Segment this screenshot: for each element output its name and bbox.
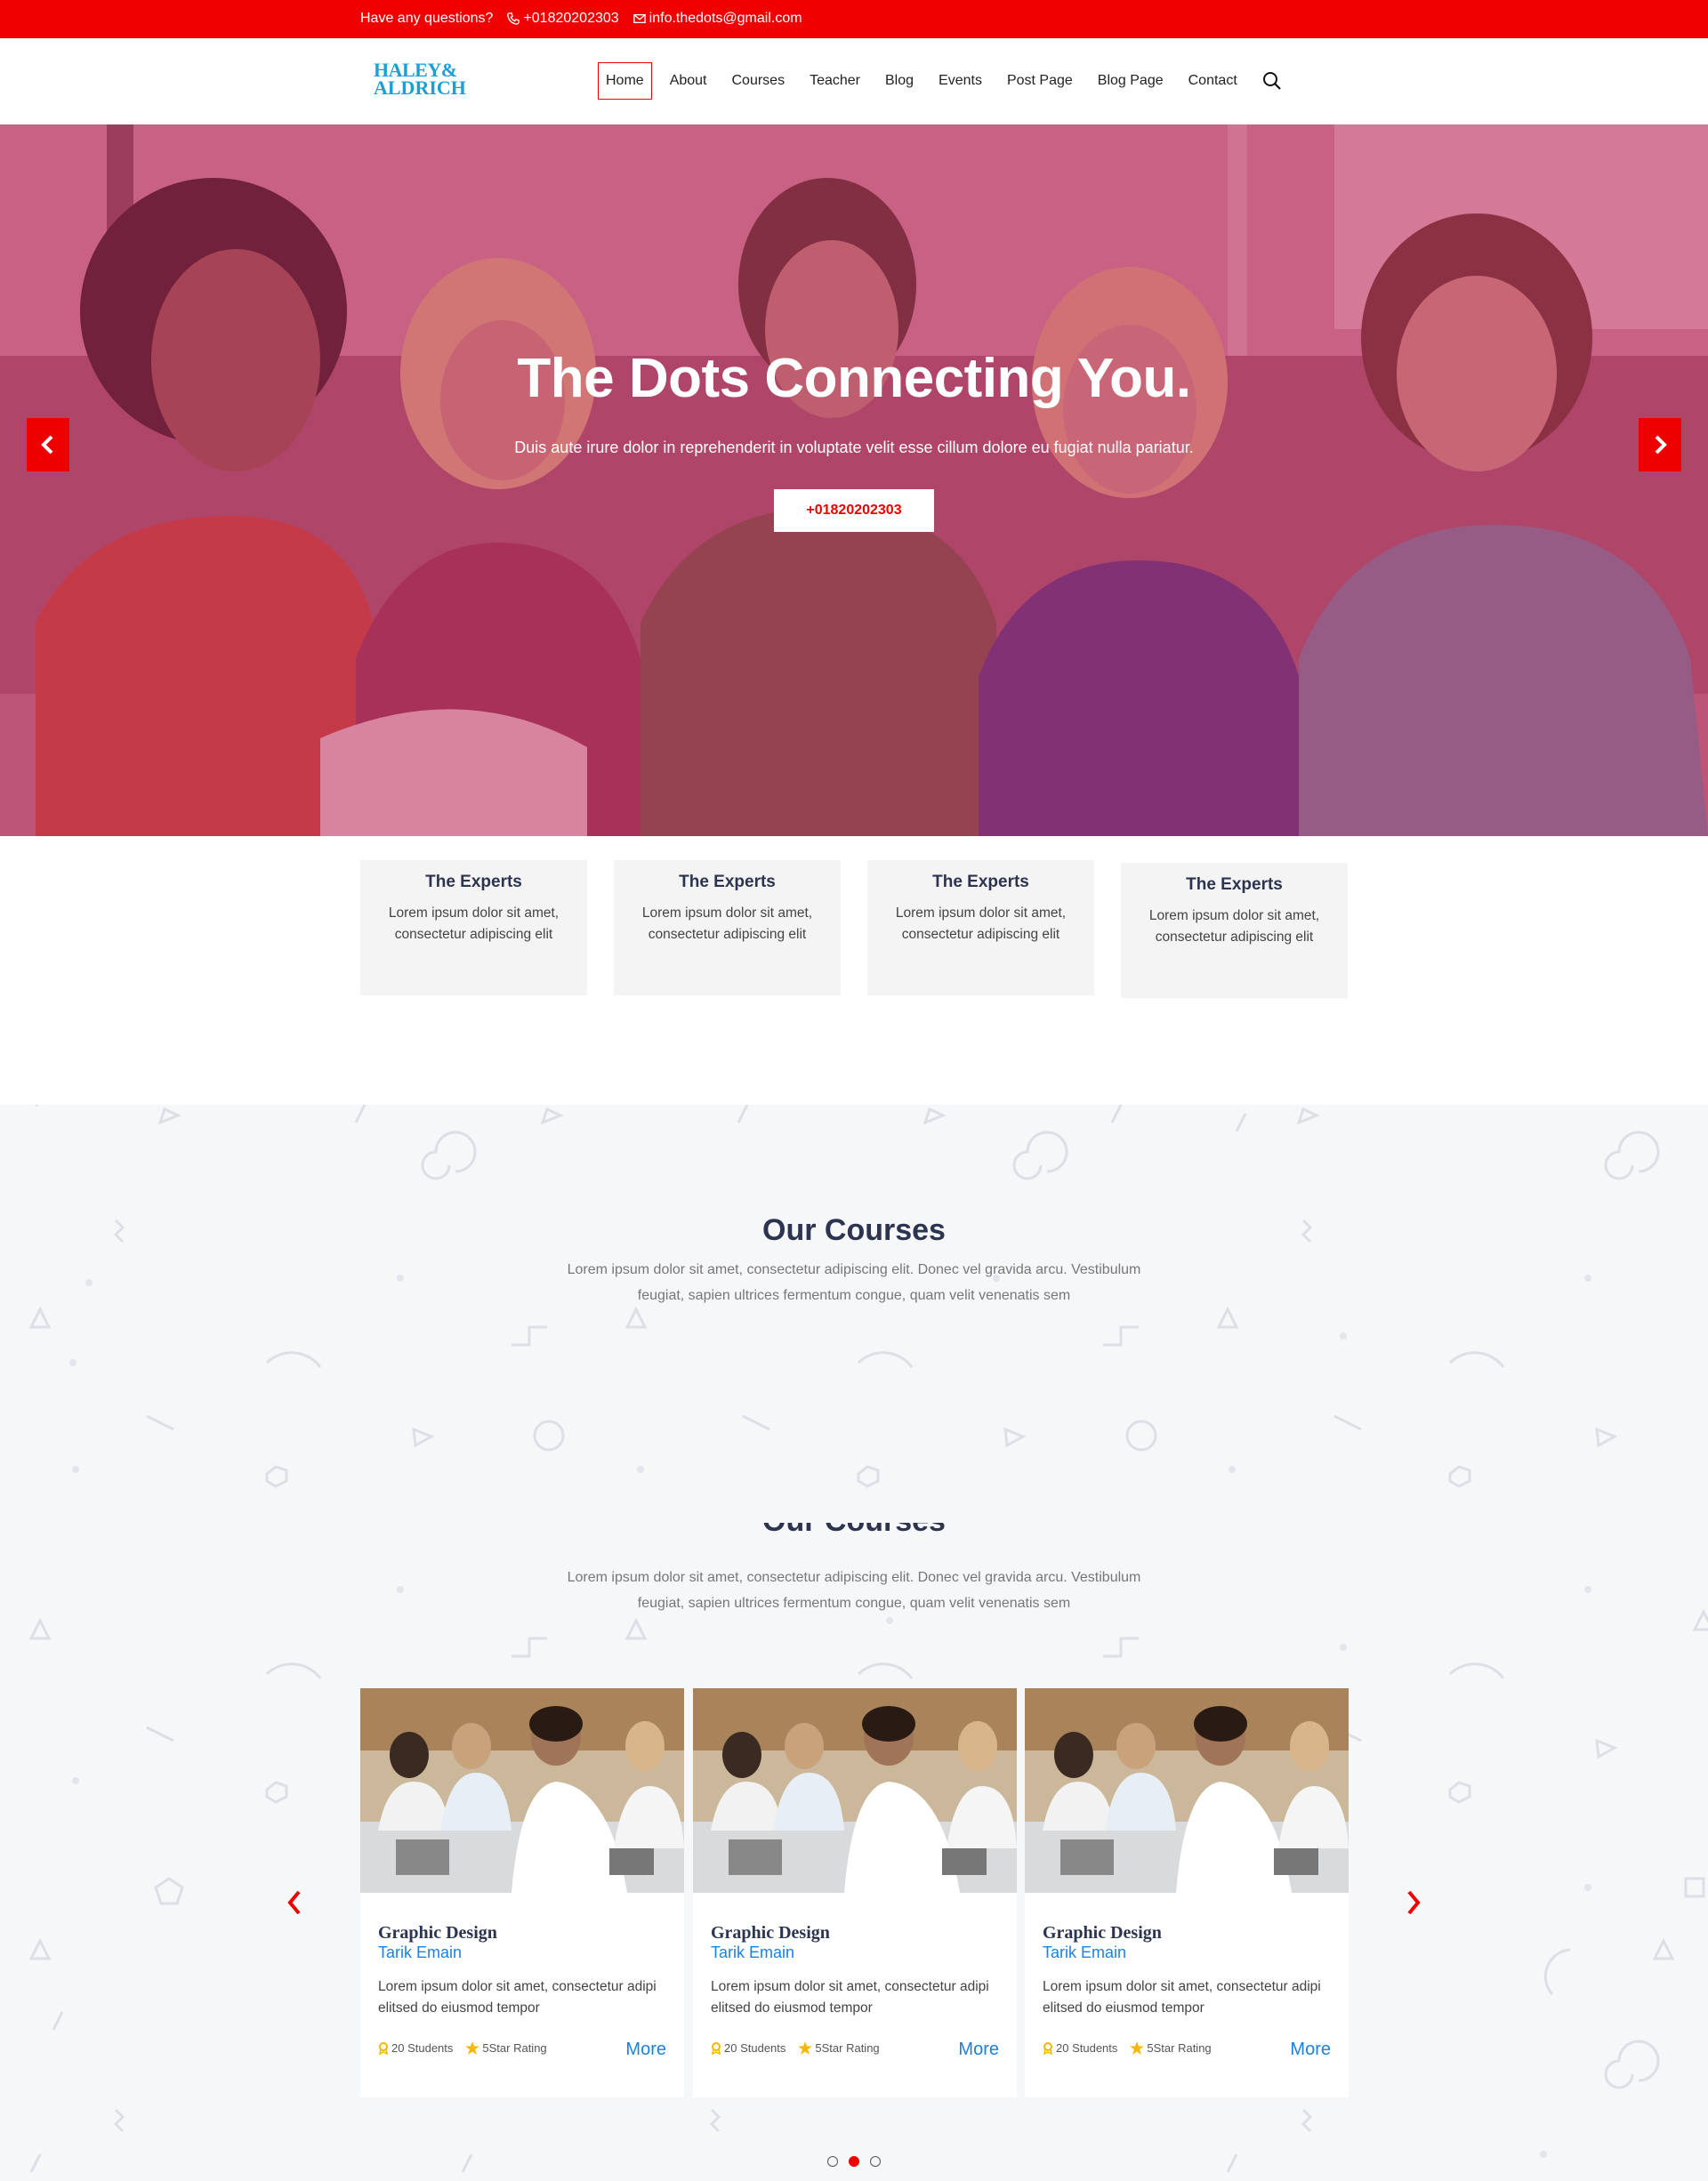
course-meta: 20 Students 5Star Rating <box>1043 2041 1212 2055</box>
courses-subtitle-duplicate: Lorem ipsum dolor sit amet, consectetur … <box>567 1570 1141 1611</box>
course-title[interactable]: Graphic Design <box>1043 1923 1162 1944</box>
carousel-pager <box>827 2156 881 2167</box>
more-link[interactable]: More <box>625 2040 666 2060</box>
rating-text: 5Star Rating <box>815 2041 880 2055</box>
star-icon <box>465 2041 480 2055</box>
course-description: Lorem ipsum dolor sit amet, consectetur … <box>1043 1979 1321 2016</box>
email-contact[interactable]: info.thedots@gmail.com <box>632 11 802 27</box>
nav-blog[interactable]: Blog <box>878 63 921 99</box>
hero-overlay <box>0 125 1708 836</box>
award-icon <box>379 2041 388 2055</box>
award-icon <box>712 2041 721 2055</box>
question-text: Have any questions? <box>360 11 494 26</box>
course-author[interactable]: Tarik Emain <box>1043 1944 1126 1962</box>
courses-title: Our Courses <box>762 1213 946 1247</box>
brand-logo[interactable]: HALEY& ALDRICH <box>374 60 471 101</box>
nav-about[interactable]: About <box>663 63 714 99</box>
course-image <box>360 1688 684 1893</box>
feature-box: The Experts Lorem ipsum dolor sit amet, … <box>614 860 841 995</box>
feature-title: The Experts <box>425 873 522 891</box>
course-author[interactable]: Tarik Emain <box>378 1944 462 1962</box>
features-row: The Experts Lorem ipsum dolor sit amet, … <box>360 860 1348 998</box>
award-icon <box>1043 2041 1052 2055</box>
main-nav: Home About Courses Teacher Blog Events P… <box>598 62 1282 100</box>
hero-phone-button[interactable]: +01820202303 <box>774 489 934 532</box>
pager-dot-active[interactable] <box>849 2156 859 2167</box>
site-header: HALEY& ALDRICH Home About Courses Teache… <box>0 38 1708 125</box>
more-link[interactable]: More <box>1290 2040 1331 2060</box>
feature-text: Lorem ipsum dolor sit amet, consectetur … <box>895 905 1067 942</box>
feature-text: Lorem ipsum dolor sit amet, consectetur … <box>641 905 813 942</box>
chevron-right-icon[interactable] <box>1404 1887 1425 1918</box>
courses-subtitle: Lorem ipsum dolor sit amet, consectetur … <box>567 1262 1141 1303</box>
feature-box: The Experts Lorem ipsum dolor sit amet, … <box>1121 863 1348 998</box>
star-icon <box>1130 2041 1145 2055</box>
nav-post-page[interactable]: Post Page <box>1000 63 1080 99</box>
top-bar: Have any questions? +01820202303 info.th… <box>0 0 1708 38</box>
feature-title: The Experts <box>932 873 1029 891</box>
course-card[interactable]: Graphic Design Tarik Emain Lorem ipsum d… <box>360 1688 684 2097</box>
nav-teacher[interactable]: Teacher <box>802 63 867 99</box>
phone-icon <box>507 12 520 25</box>
course-meta: 20 Students 5Star Rating <box>378 2041 547 2055</box>
nav-home[interactable]: Home <box>598 62 652 100</box>
course-image <box>1025 1688 1349 1893</box>
course-description: Lorem ipsum dolor sit amet, consectetur … <box>378 1979 657 2016</box>
course-card[interactable]: Graphic Design Tarik Emain Lorem ipsum d… <box>1025 1688 1349 2097</box>
chevron-left-icon <box>41 435 53 455</box>
rating-text: 5Star Rating <box>1147 2041 1212 2055</box>
email-address[interactable]: info.thedots@gmail.com <box>649 11 802 27</box>
feature-title: The Experts <box>679 873 776 891</box>
hero-prev-button[interactable] <box>27 418 69 471</box>
pager-dot[interactable] <box>870 2156 881 2167</box>
hero-slider: The Dots Connecting You. Duis aute irure… <box>0 125 1708 836</box>
search-icon[interactable] <box>1262 71 1282 91</box>
star-icon <box>798 2041 813 2055</box>
nav-courses[interactable]: Courses <box>725 63 793 99</box>
hero-subtitle: Duis aute irure dolor in reprehenderit i… <box>514 439 1194 456</box>
feature-text: Lorem ipsum dolor sit amet, consectetur … <box>388 905 560 942</box>
nav-blog-page[interactable]: Blog Page <box>1091 63 1171 99</box>
pager-dot[interactable] <box>827 2156 838 2167</box>
feature-text: Lorem ipsum dolor sit amet, consectetur … <box>1148 908 1320 945</box>
feature-title: The Experts <box>1186 875 1283 894</box>
student-count: 20 Students <box>391 2041 454 2055</box>
chevron-left-icon[interactable] <box>283 1887 304 1918</box>
student-count: 20 Students <box>1056 2041 1118 2055</box>
nav-contact[interactable]: Contact <box>1181 63 1245 99</box>
feature-box: The Experts Lorem ipsum dolor sit amet, … <box>360 860 587 995</box>
phone-contact[interactable]: +01820202303 <box>507 11 619 27</box>
course-title[interactable]: Graphic Design <box>711 1923 830 1944</box>
hero-next-button[interactable] <box>1639 418 1681 471</box>
course-meta: 20 Students 5Star Rating <box>711 2041 880 2055</box>
hero-title: The Dots Connecting You. <box>517 348 1191 409</box>
course-description: Lorem ipsum dolor sit amet, consectetur … <box>711 1979 989 2016</box>
course-author[interactable]: Tarik Emain <box>711 1944 794 1962</box>
course-card[interactable]: Graphic Design Tarik Emain Lorem ipsum d… <box>693 1688 1017 2097</box>
course-title[interactable]: Graphic Design <box>378 1923 497 1944</box>
feature-box: The Experts Lorem ipsum dolor sit amet, … <box>867 860 1094 995</box>
rating-text: 5Star Rating <box>482 2041 547 2055</box>
chevron-right-icon <box>1655 435 1667 455</box>
more-link[interactable]: More <box>958 2040 999 2060</box>
nav-events[interactable]: Events <box>931 63 989 99</box>
courses-section: Our Courses Lorem ipsum dolor sit amet, … <box>0 1105 1708 2181</box>
courses-title-duplicate: Our Courses <box>0 1523 1708 1542</box>
course-image <box>693 1688 1017 1893</box>
student-count: 20 Students <box>724 2041 786 2055</box>
mail-icon <box>632 13 646 24</box>
phone-number[interactable]: +01820202303 <box>523 11 618 27</box>
